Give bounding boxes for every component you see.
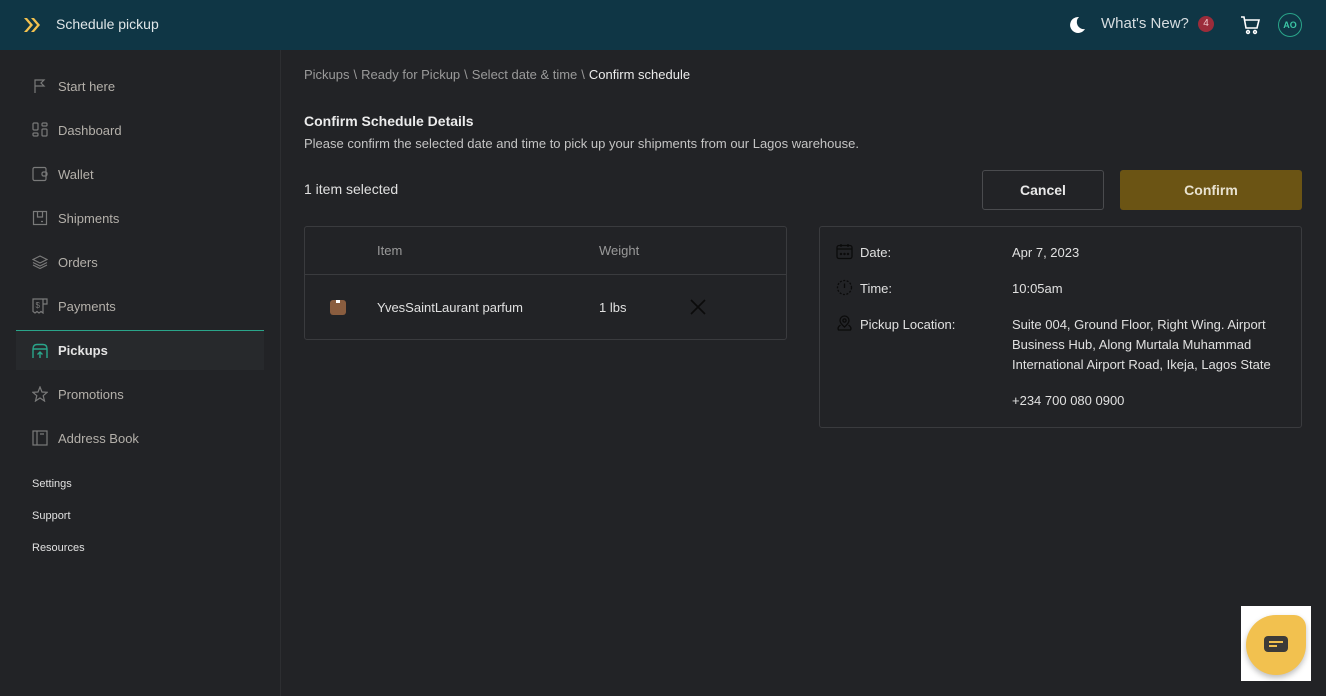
sidebar-item-label: Shipments — [58, 210, 120, 226]
whats-new-link[interactable]: What's New? — [1101, 15, 1189, 32]
sidebar-item-pickups[interactable]: Pickups — [16, 330, 264, 370]
pickup-location-label: Pickup Location: — [860, 317, 956, 332]
column-header-item: Item — [377, 243, 403, 258]
sidebar-item-address-book[interactable]: Address Book — [16, 418, 264, 458]
sidebar-item-label: Start here — [58, 78, 116, 94]
sidebar-item-payments[interactable]: $ Payments — [16, 286, 264, 326]
sidebar-item-promotions[interactable]: Promotions — [16, 374, 264, 414]
confirm-button[interactable]: Confirm — [1120, 170, 1302, 210]
breadcrumb: Pickups \ Ready for Pickup \ Select date & t… — [304, 67, 690, 82]
page-title: Confirm Schedule Details — [304, 113, 474, 129]
dark-mode-moon-icon[interactable] — [1067, 15, 1087, 35]
logo-chevrons-icon[interactable] — [22, 15, 42, 35]
remove-item-close-icon[interactable] — [688, 297, 708, 317]
sidebar-link-support[interactable]: Support — [32, 510, 71, 522]
layers-icon — [32, 255, 48, 270]
sidebar-item-label: Address Book — [58, 430, 139, 446]
chat-launcher-button[interactable] — [1246, 615, 1306, 675]
dashboard-icon — [32, 122, 48, 137]
breadcrumb-separator: \ — [464, 67, 468, 82]
sidebar-link-settings[interactable]: Settings — [32, 478, 72, 490]
sidebar-item-dashboard[interactable]: Dashboard — [16, 110, 264, 150]
item-weight: 1 lbs — [599, 300, 627, 315]
whats-new-count-badge: 4 — [1198, 16, 1214, 32]
sidebar-item-label: Wallet — [58, 166, 94, 182]
chat-message-icon — [1264, 636, 1288, 652]
sidebar-item-label: Promotions — [58, 386, 124, 402]
sidebar-link-resources[interactable]: Resources — [32, 542, 85, 554]
schedule-details-card: Date: Apr 7, 2023 Time: 10:05am Pickup L… — [819, 226, 1302, 428]
page-header-title: Schedule pickup — [56, 16, 159, 32]
time-value: 10:05am — [1012, 281, 1063, 296]
cart-icon[interactable] — [1240, 15, 1260, 35]
selected-items-table: Item Weight YvesSaintLaurant parfum 1 lb… — [304, 226, 787, 340]
wallet-icon — [32, 166, 48, 182]
sidebar-item-label: Pickups — [58, 343, 108, 358]
column-header-weight: Weight — [599, 243, 640, 258]
breadcrumb-separator: \ — [581, 67, 585, 82]
shipment-box-icon — [32, 210, 48, 226]
book-icon — [32, 430, 48, 446]
selected-count: 1 item selected — [304, 181, 399, 197]
calendar-icon — [836, 244, 853, 260]
top-bar: Schedule pickup What's New? 4 AO — [0, 0, 1326, 50]
svg-text:$: $ — [36, 301, 41, 310]
sidebar-item-orders[interactable]: Orders — [16, 242, 264, 282]
breadcrumb-separator: \ — [353, 67, 358, 82]
breadcrumb-pickups[interactable]: Pickups — [304, 67, 350, 82]
pickup-store-icon — [32, 343, 48, 358]
breadcrumb-current: Confirm schedule — [588, 67, 691, 82]
date-label: Date: — [860, 245, 892, 260]
pickup-phone: +234 700 080 0900 — [1012, 393, 1125, 408]
sidebar-item-shipments[interactable]: Shipments — [16, 198, 264, 238]
sidebar-item-label: Payments — [58, 298, 116, 314]
item-name: YvesSaintLaurant parfum — [377, 300, 523, 315]
table-row: YvesSaintLaurant parfum 1 lbs — [305, 275, 786, 339]
chat-widget — [1241, 606, 1311, 681]
user-avatar[interactable]: AO — [1278, 13, 1302, 37]
sidebar: Start here Dashboard Wallet Shipments Or… — [0, 50, 281, 696]
breadcrumb-select-date-time[interactable]: Select date & time — [472, 67, 578, 82]
location-pin-icon — [837, 315, 852, 331]
flag-icon — [34, 79, 46, 93]
page-description: Please confirm the selected date and tim… — [304, 136, 859, 151]
time-label: Time: — [860, 281, 893, 296]
sidebar-item-start-here[interactable]: Start here — [16, 66, 264, 106]
sidebar-item-wallet[interactable]: Wallet — [16, 154, 264, 194]
date-value: Apr 7, 2023 — [1012, 245, 1080, 260]
breadcrumb-ready-for-pickup[interactable]: Ready for Pickup — [361, 67, 460, 82]
pickup-location-value: Suite 004, Ground Floor, Right Wing. Air… — [1012, 317, 1271, 372]
clock-icon — [836, 279, 853, 296]
sidebar-item-label: Dashboard — [58, 122, 122, 138]
package-icon — [330, 300, 346, 315]
sidebar-item-label: Orders — [58, 254, 98, 270]
cancel-button[interactable]: Cancel — [982, 170, 1104, 210]
star-icon — [32, 386, 48, 402]
receipt-icon: $ — [32, 298, 48, 314]
